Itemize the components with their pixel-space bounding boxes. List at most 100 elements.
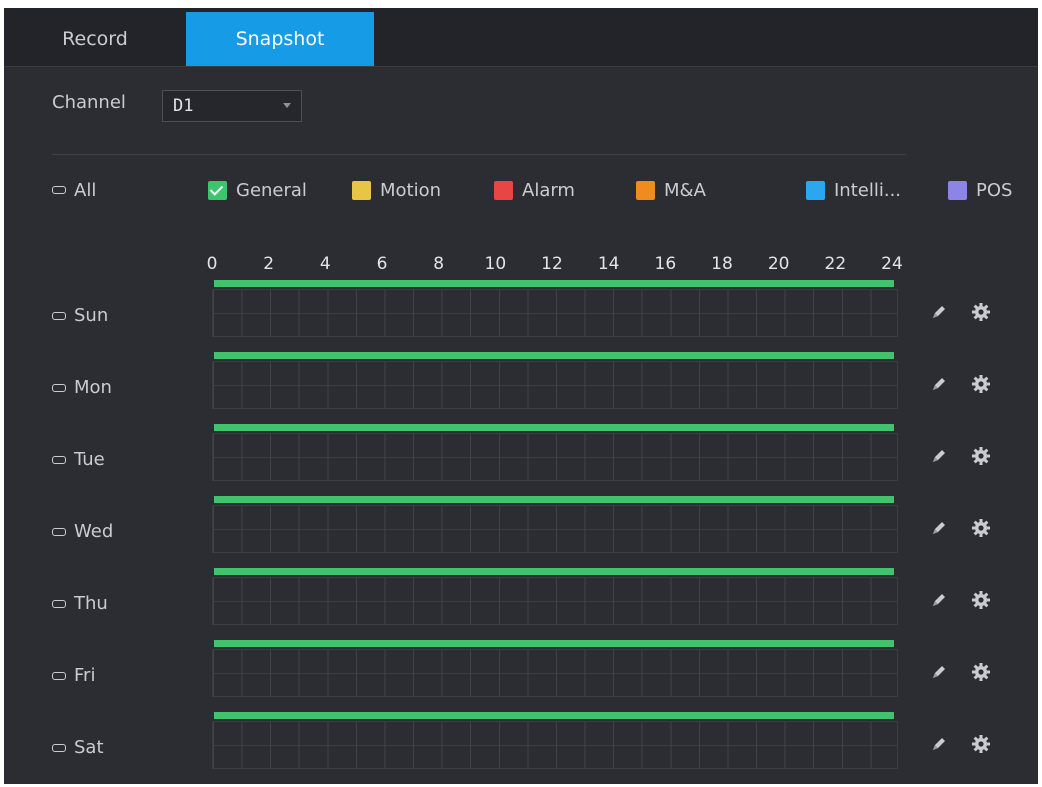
checkbox-icon [52,311,66,320]
hour-tick-label: 12 [541,254,563,274]
gear-icon[interactable] [970,373,992,395]
timeline-grid [212,433,898,481]
all-label: All [74,179,97,201]
checkbox-icon [52,599,66,608]
hour-tick-label: 2 [263,254,275,274]
channel-value: D1 [173,96,194,116]
day-toggle-sat[interactable]: Sat [52,737,104,758]
day-toggle-mon[interactable]: Mon [52,377,112,398]
day-label: Sat [74,737,104,758]
pencil-icon[interactable] [928,301,950,323]
legend-label: Intelli... [834,179,902,201]
timeline-fri[interactable] [212,640,898,710]
hour-scale: 0 2 4 6 8 10 12 14 16 18 20 22 24 [4,254,1038,276]
hour-tick-label: 0 [206,254,218,274]
legend-item-general[interactable]: General [208,178,307,202]
hour-tick-label: 18 [711,254,733,274]
legend-label: M&A [664,179,706,201]
schedule-bar [214,568,894,575]
gear-icon[interactable] [970,301,992,323]
tab-snapshot[interactable]: Snapshot [186,12,374,66]
checkbox-icon [52,527,66,536]
chevron-down-icon [283,103,291,108]
timeline-wed[interactable] [212,496,898,566]
legend-swatch-icon [208,180,227,200]
legend-label: Motion [380,179,442,201]
timeline-grid [212,649,898,697]
timeline-thu[interactable] [212,568,898,638]
gear-icon[interactable] [970,661,992,683]
schedule-row-thu: Thu [4,568,1038,638]
pencil-icon[interactable] [928,661,950,683]
schedule-bar [214,280,894,287]
day-label: Mon [74,377,112,398]
timeline-sat[interactable] [212,712,898,782]
day-toggle-fri[interactable]: Fri [52,665,95,686]
tab-record[interactable]: Record [4,12,186,66]
all-toggle[interactable]: All [52,178,96,202]
legend-label: Alarm [522,179,575,201]
day-toggle-thu[interactable]: Thu [52,593,108,614]
snapshot-schedule-screen: Record Snapshot Channel D1 All General Mo… [4,8,1038,784]
gear-icon[interactable] [970,589,992,611]
schedule-row-mon: Mon [4,352,1038,422]
timeline-grid [212,577,898,625]
hour-tick-label: 24 [881,254,903,274]
schedule-bar [214,496,894,503]
gear-icon[interactable] [970,733,992,755]
schedule-row-fri: Fri [4,640,1038,710]
hour-tick-label: 6 [376,254,388,274]
gear-icon[interactable] [970,445,992,467]
day-label: Tue [74,449,105,470]
channel-label: Channel [52,92,126,113]
timeline-sun[interactable] [212,280,898,350]
legend-swatch-icon [806,180,825,200]
hour-tick-label: 10 [484,254,507,274]
day-toggle-tue[interactable]: Tue [52,449,105,470]
day-toggle-wed[interactable]: Wed [52,521,113,542]
day-toggle-sun[interactable]: Sun [52,305,108,326]
timeline-grid [212,505,898,553]
hour-tick-label: 8 [433,254,445,274]
day-label: Fri [74,665,96,686]
pencil-icon[interactable] [928,445,950,467]
legend-swatch-icon [494,180,513,200]
checkbox-icon [52,383,66,392]
timeline-grid [212,361,898,409]
hour-tick-label: 20 [767,254,790,274]
checkbox-icon [52,743,66,752]
schedule-row-wed: Wed [4,496,1038,566]
day-label: Wed [74,521,114,542]
schedule-bar [214,424,894,431]
legend-swatch-icon [948,180,967,200]
pencil-icon[interactable] [928,589,950,611]
legend-item-pos[interactable]: POS [948,178,1012,202]
hour-tick-label: 14 [597,254,620,274]
gear-icon[interactable] [970,517,992,539]
day-label: Thu [74,593,108,614]
checkbox-icon [52,455,66,464]
checkbox-icon [52,186,66,194]
pencil-icon[interactable] [928,733,950,755]
legend-item-intelli[interactable]: Intelli... [806,178,901,202]
timeline-mon[interactable] [212,352,898,422]
tab-bar: Record Snapshot [4,8,1038,67]
schedule-bar [214,640,894,647]
channel-select[interactable]: D1 [162,90,302,122]
pencil-icon[interactable] [928,517,950,539]
schedule-bar [214,352,894,359]
legend-label: General [236,179,307,201]
hour-tick-label: 22 [824,254,847,274]
schedule-row-sun: Sun [4,280,1038,350]
legend-swatch-icon [636,180,655,200]
legend-item-m-a[interactable]: M&A [636,178,706,202]
pencil-icon[interactable] [928,373,950,395]
legend-item-alarm[interactable]: Alarm [494,178,575,202]
schedule-row-sat: Sat [4,712,1038,782]
day-label: Sun [74,305,109,326]
timeline-grid [212,721,898,769]
checkbox-icon [52,671,66,680]
divider [52,154,906,155]
timeline-tue[interactable] [212,424,898,494]
legend-item-motion[interactable]: Motion [352,178,441,202]
